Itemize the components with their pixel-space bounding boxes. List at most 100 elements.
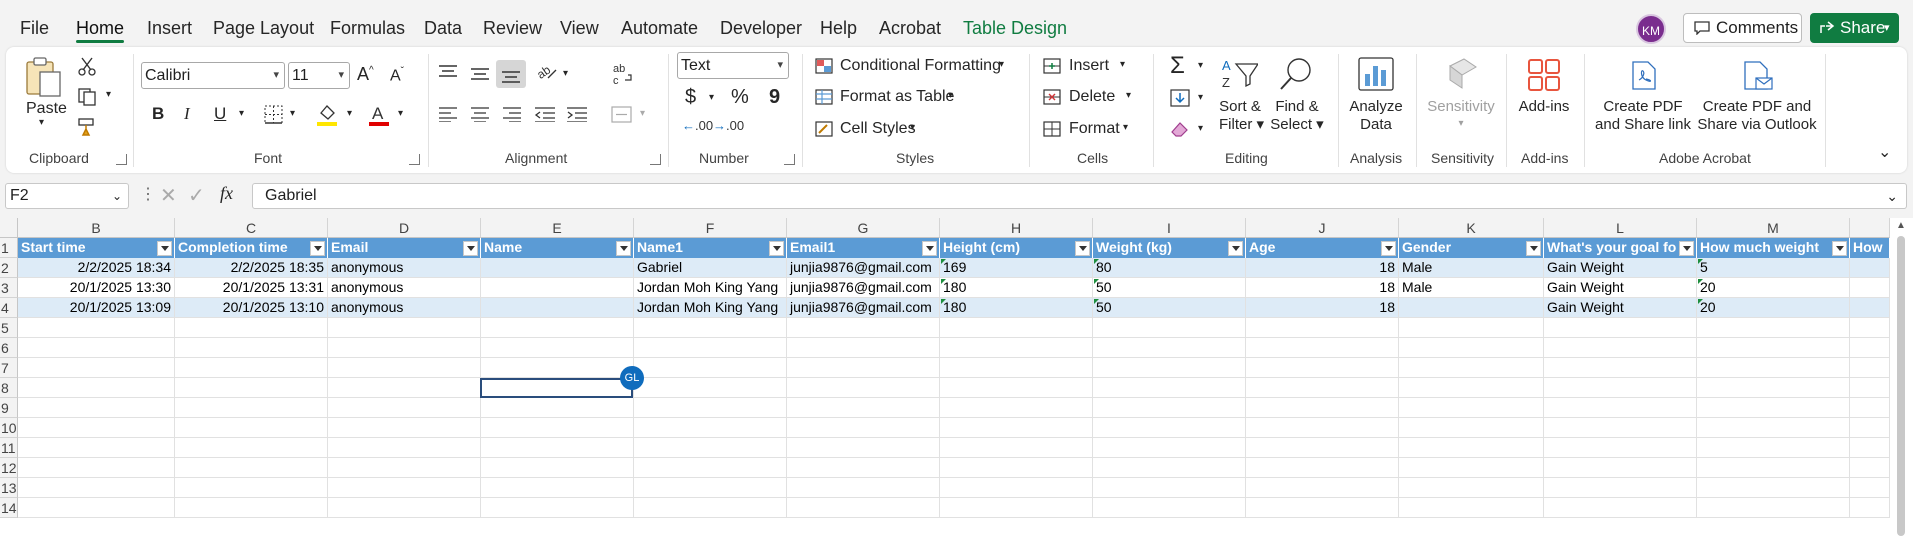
grid-cell[interactable] <box>1850 498 1890 518</box>
fill-down-icon[interactable] <box>1170 89 1190 107</box>
grid-cell[interactable] <box>481 498 634 518</box>
table-cell[interactable]: Male <box>1399 278 1544 298</box>
grid-cell[interactable] <box>175 458 328 478</box>
table-cell[interactable]: 169 <box>940 258 1093 278</box>
column-header-c[interactable]: C <box>175 218 328 238</box>
row-header[interactable]: 2 <box>0 258 18 278</box>
more-options-icon[interactable]: ⋮ <box>140 184 156 204</box>
name-box-chevron-icon[interactable]: ⌄ <box>112 184 122 208</box>
grid-cell[interactable] <box>787 438 940 458</box>
column-header-n[interactable] <box>1850 218 1890 238</box>
row-header[interactable]: 14 <box>0 498 18 518</box>
select-all-corner[interactable] <box>0 218 18 238</box>
table-header-cell[interactable]: Start time <box>18 238 175 258</box>
filter-dropdown-button[interactable] <box>310 241 325 256</box>
format-cells-label[interactable]: Format <box>1069 120 1120 138</box>
tab-insert[interactable]: Insert <box>147 17 192 39</box>
grid-cell[interactable] <box>1246 458 1399 478</box>
grid-cell[interactable] <box>1697 338 1850 358</box>
tab-table-design[interactable]: Table Design <box>963 17 1067 39</box>
grid-cell[interactable] <box>1246 438 1399 458</box>
grid-cell[interactable] <box>175 318 328 338</box>
grid-cell[interactable] <box>1399 398 1544 418</box>
table-cell[interactable]: anonymous <box>328 278 481 298</box>
grid-cell[interactable] <box>18 338 175 358</box>
grid-cell[interactable] <box>18 438 175 458</box>
grid-cell[interactable] <box>1850 478 1890 498</box>
align-top-icon[interactable] <box>438 64 458 80</box>
grid-cell[interactable] <box>634 418 787 438</box>
table-header-cell[interactable]: Gender <box>1399 238 1544 258</box>
grid-cell[interactable] <box>1246 498 1399 518</box>
grid-cell[interactable] <box>1399 418 1544 438</box>
table-cell[interactable]: 18 <box>1246 258 1399 278</box>
grid-cell[interactable] <box>1544 318 1697 338</box>
borders-icon[interactable] <box>264 105 284 125</box>
formula-input[interactable]: Gabriel ⌄ <box>252 183 1907 209</box>
number-format-combo[interactable]: Text ▾ <box>677 52 789 79</box>
name-box[interactable]: F2 ⌄ <box>5 183 129 209</box>
grid-cell[interactable] <box>940 458 1093 478</box>
table-cell[interactable]: Jordan Moh King Yang <box>634 278 787 298</box>
format-painter-icon[interactable] <box>78 118 98 136</box>
merge-center-icon[interactable] <box>611 105 633 125</box>
grid-cell[interactable] <box>787 358 940 378</box>
table-header-cell[interactable]: Height (cm) <box>940 238 1093 258</box>
grid-cell[interactable] <box>18 418 175 438</box>
grid-cell[interactable] <box>1246 318 1399 338</box>
table-cell[interactable]: Gain Weight <box>1544 258 1697 278</box>
create-pdf-outlook-label[interactable]: Create PDF and Share via Outlook <box>1694 98 1820 134</box>
table-cell[interactable]: Gain Weight <box>1544 278 1697 298</box>
grid-cell[interactable] <box>634 378 787 398</box>
underline-chevron-icon[interactable]: ▾ <box>239 108 244 119</box>
grid-cell[interactable] <box>787 478 940 498</box>
cell-styles-label[interactable]: Cell Styles <box>840 120 916 138</box>
row-header[interactable]: 6 <box>0 338 18 358</box>
filter-dropdown-button[interactable] <box>1381 241 1396 256</box>
table-cell[interactable]: junjia9876@gmail.com <box>787 298 940 318</box>
grid-cell[interactable] <box>1093 378 1246 398</box>
grid-cell[interactable] <box>1850 338 1890 358</box>
grid-cell[interactable] <box>1093 418 1246 438</box>
cancel-entry-icon[interactable]: ✕ <box>160 183 177 208</box>
grid-cell[interactable] <box>1850 318 1890 338</box>
table-header-cell[interactable]: Name <box>481 238 634 258</box>
grid-cell[interactable] <box>1399 458 1544 478</box>
grid-cell[interactable] <box>1399 378 1544 398</box>
table-cell[interactable]: 180 <box>940 298 1093 318</box>
table-cell[interactable]: 18 <box>1246 298 1399 318</box>
format-as-table-label[interactable]: Format as Table <box>840 88 954 106</box>
grid-cell[interactable] <box>1093 318 1246 338</box>
table-cell[interactable]: Jordan Moh King Yang <box>634 298 787 318</box>
orientation-icon[interactable]: ab <box>536 62 558 82</box>
grid-cell[interactable] <box>328 378 481 398</box>
column-header-m[interactable]: M <box>1697 218 1850 238</box>
table-header-cell[interactable]: Email1 <box>787 238 940 258</box>
grid-cell[interactable] <box>1697 418 1850 438</box>
font-color-icon[interactable]: A <box>368 103 390 127</box>
grid-cell[interactable] <box>787 338 940 358</box>
analyze-data-label[interactable]: Analyze Data <box>1346 98 1406 134</box>
grid-cell[interactable] <box>634 438 787 458</box>
sort-filter-label[interactable]: Sort & Filter ▾ <box>1219 98 1264 134</box>
grid-cell[interactable] <box>481 398 634 418</box>
filter-dropdown-button[interactable] <box>1526 241 1541 256</box>
grid-cell[interactable] <box>1093 438 1246 458</box>
row-header[interactable]: 12 <box>0 458 18 478</box>
grid-cell[interactable] <box>1697 398 1850 418</box>
format-chevron-icon[interactable]: ▾ <box>1123 122 1128 133</box>
grid-cell[interactable] <box>1850 458 1890 478</box>
grid-cell[interactable] <box>328 318 481 338</box>
filter-dropdown-button[interactable] <box>157 241 172 256</box>
table-cell[interactable]: junjia9876@gmail.com <box>787 278 940 298</box>
grid-cell[interactable] <box>1850 438 1890 458</box>
grid-cell[interactable] <box>1544 398 1697 418</box>
grid-cell[interactable] <box>634 318 787 338</box>
table-header-cell[interactable]: How much weight <box>1697 238 1850 258</box>
paste-chevron-icon[interactable]: ▾ <box>39 117 44 128</box>
grid-cell[interactable] <box>1697 358 1850 378</box>
table-cell[interactable]: 18 <box>1246 278 1399 298</box>
grid-cell[interactable] <box>940 358 1093 378</box>
grid-cell[interactable] <box>1544 438 1697 458</box>
grid-cell[interactable] <box>1544 458 1697 478</box>
